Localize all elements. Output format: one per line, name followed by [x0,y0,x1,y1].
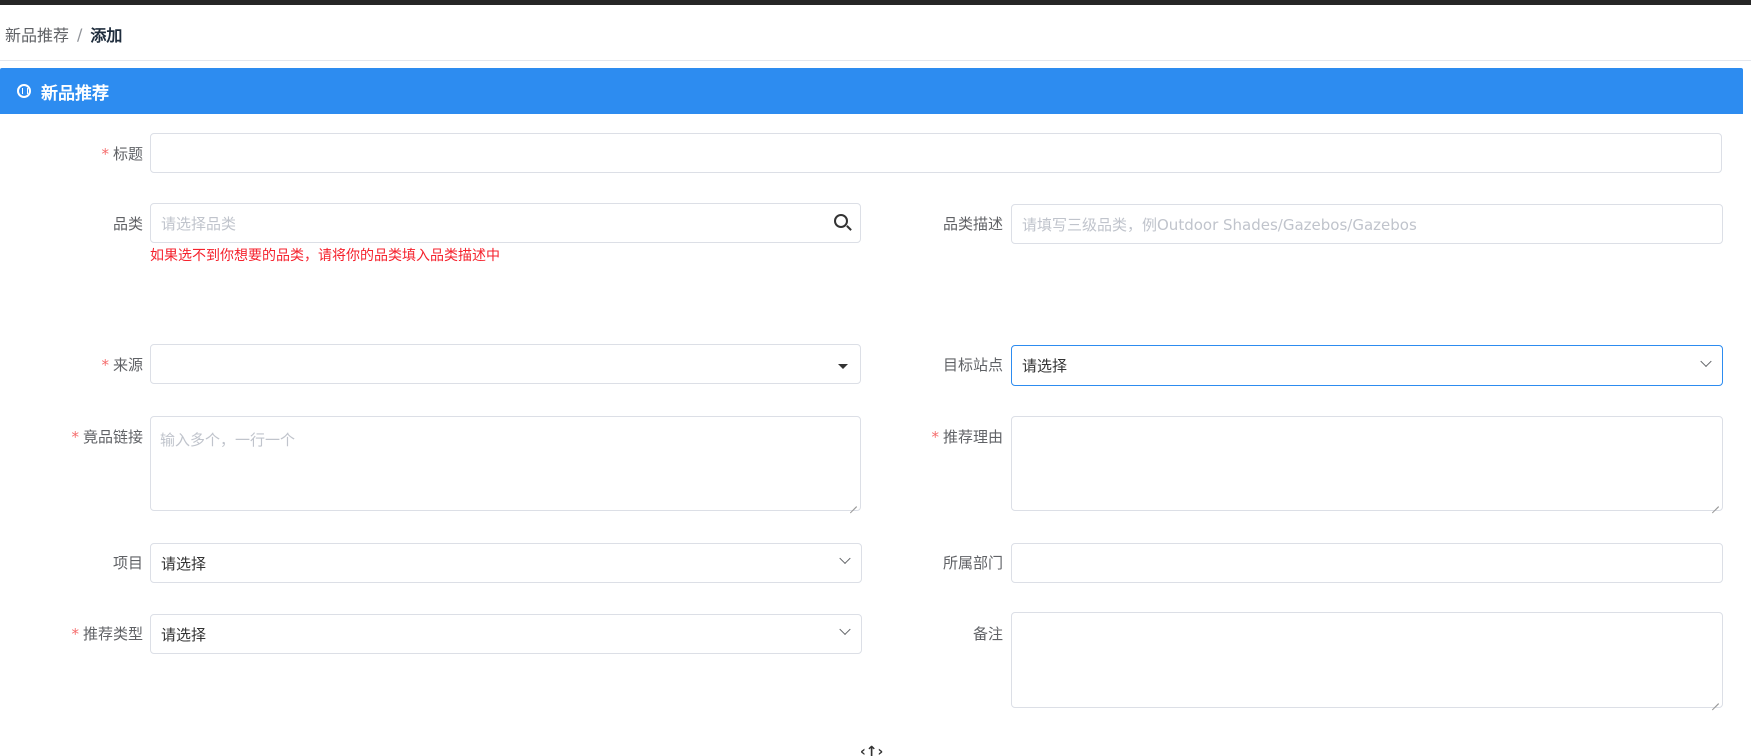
remark-textarea[interactable] [1011,612,1723,708]
category-desc-placeholder: 请填写三级品类，例Outdoor Shades/Gazebos/Gazebos [1022,215,1417,234]
recommend-type-label: * 推荐类型 [71,625,143,643]
competitor-links-placeholder: 输入多个，一行一个 [160,431,296,449]
title-label: * 标题 [101,145,143,163]
source-label: * 来源 [101,356,143,374]
caret-down-icon [838,364,848,369]
resize-handle-icon[interactable] [1710,695,1720,705]
recommend-type-value: 请选择 [161,625,207,644]
recommend-type-select[interactable]: 请选择 [150,614,862,654]
reason-label: * 推荐理由 [931,428,1003,446]
breadcrumb-parent[interactable]: 新品推荐 [5,22,69,46]
department-input[interactable] [1011,543,1723,583]
target-site-value: 请选择 [1022,357,1068,375]
source-select[interactable] [150,344,861,384]
project-select[interactable]: 请选择 [150,543,862,583]
competitor-links-textarea[interactable]: 输入多个，一行一个 [150,416,861,511]
target-site-label: 目标站点 [942,356,1003,374]
category-label: 品类 [112,215,143,233]
breadcrumb-current: 添加 [90,26,123,45]
remark-label: 备注 [972,625,1003,643]
category-desc-label: 品类描述 [942,215,1003,233]
breadcrumb-separator: / [77,24,83,44]
resize-handle-icon[interactable] [848,498,858,508]
panel-title: 新品推荐 [41,83,109,104]
resize-handle-icon[interactable] [1710,498,1720,508]
reason-textarea[interactable] [1011,416,1723,511]
category-hint: 如果选不到你想要的品类，请将你的品类填入品类描述中 [150,248,500,264]
chevron-down-icon [1700,355,1712,367]
chevron-down-icon [839,552,851,565]
chevron-down-icon [839,623,851,636]
wordpress-icon [17,84,31,98]
breadcrumb: 新品推荐 / 添加 [5,22,122,46]
top-bar [0,0,1751,5]
category-desc-input[interactable]: 请填写三级品类，例Outdoor Shades/Gazebos/Gazebos [1011,204,1723,244]
target-site-select[interactable]: 请选择 [1011,345,1723,386]
department-label: 所属部门 [942,554,1003,572]
title-input[interactable] [150,133,1722,173]
category-select[interactable]: 请选择品类 [150,203,861,243]
panel-header: 新品推荐 [0,68,1743,114]
project-label: 项目 [112,554,143,572]
competitor-links-label: * 竟品链接 [71,428,143,446]
category-placeholder: 请选择品类 [161,214,237,233]
search-icon[interactable] [834,214,848,228]
divider [0,60,1751,61]
expand-icon[interactable]: ‹↑› [860,744,883,756]
project-value: 请选择 [161,554,207,573]
